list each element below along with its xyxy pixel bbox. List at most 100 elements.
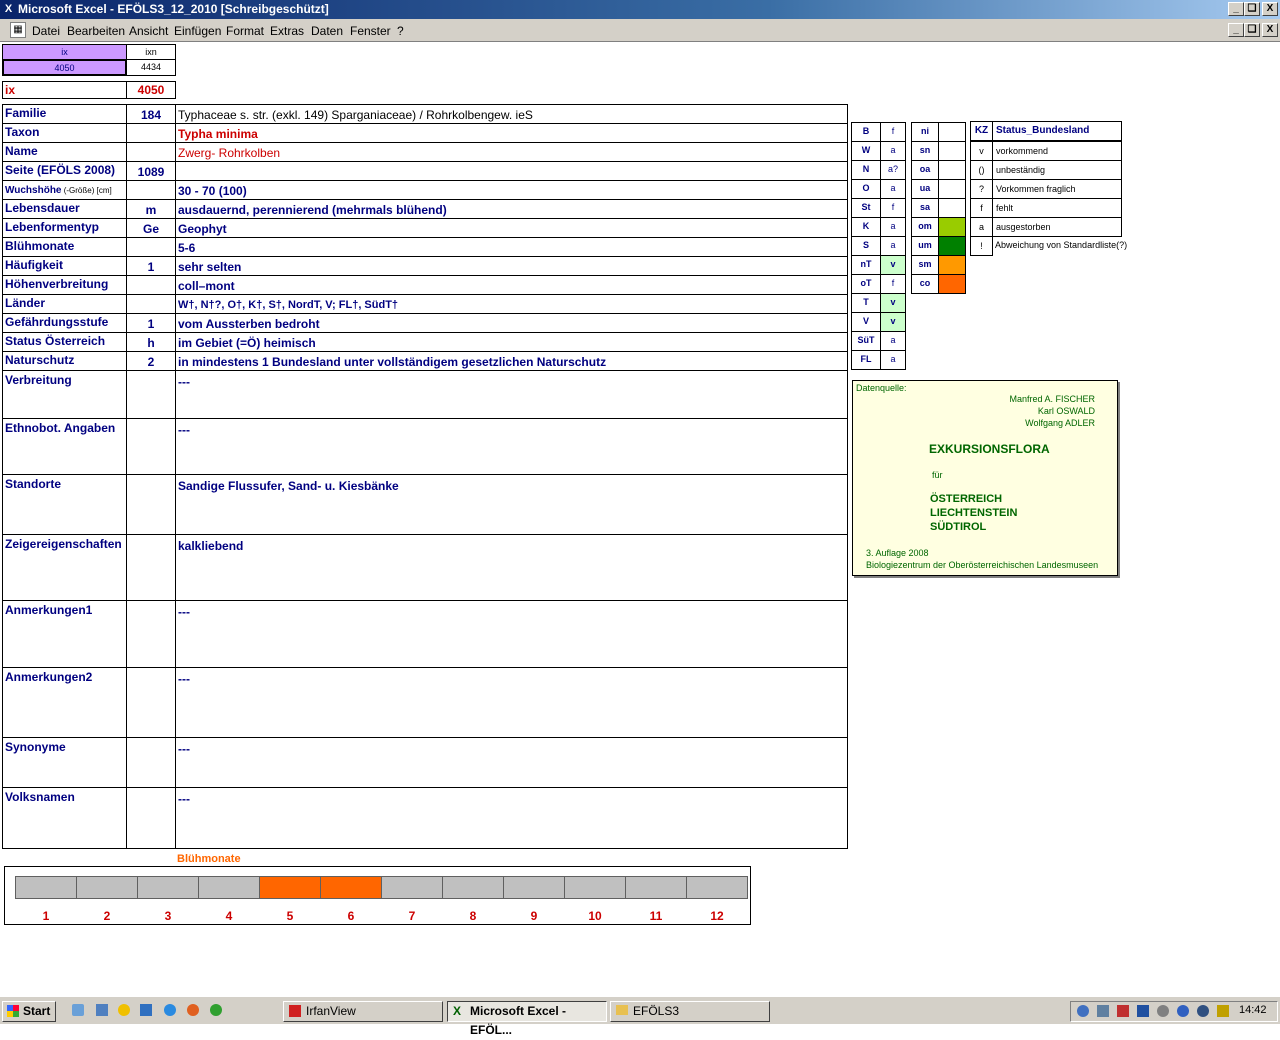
ix-number-cell[interactable]: 4050 (126, 81, 176, 99)
status-text[interactable]: unbeständig (992, 160, 1122, 180)
row-label[interactable]: Status Österreich (2, 332, 127, 352)
row-value[interactable]: 5-6 (175, 237, 848, 257)
doc-minimize-button[interactable]: _ (1228, 23, 1244, 37)
update-icon[interactable] (1157, 1005, 1169, 1017)
status-text[interactable]: Vorkommen fraglich (992, 179, 1122, 199)
text-row-label[interactable]: Ethnobot. Angaben (2, 418, 127, 475)
row-code[interactable]: h (126, 332, 176, 352)
shield-icon[interactable] (1137, 1005, 1149, 1017)
ixn-value-cell[interactable]: 4434 (126, 59, 176, 76)
status-bundesland-header[interactable]: Status_Bundesland (992, 121, 1122, 141)
search-icon[interactable] (1077, 1005, 1089, 1017)
row-value[interactable]: 30 - 70 (100) (175, 180, 848, 200)
text-row-value[interactable]: --- (175, 787, 848, 849)
row-value[interactable]: Typhaceae s. str. (exkl. 149) Sparganiac… (175, 104, 848, 124)
row-label[interactable]: Naturschutz (2, 351, 127, 371)
region-code[interactable]: FL (851, 350, 881, 370)
region-status[interactable]: v (880, 312, 906, 332)
text-row-label[interactable]: Volksnamen (2, 787, 127, 849)
row-value[interactable]: Typha minima (175, 123, 848, 143)
region-status[interactable]: a (880, 141, 906, 161)
ix-value-cell[interactable]: 4050 (2, 59, 127, 76)
status-kz[interactable]: () (970, 160, 993, 180)
region-status[interactable]: a (880, 350, 906, 370)
task-irfanview[interactable]: IrfanView (283, 1001, 443, 1022)
text-row-label[interactable]: Synonyme (2, 737, 127, 788)
altitude-code[interactable]: oa (911, 160, 939, 180)
bloom-chart[interactable]: 1 2 3 4 5 6 7 8 9 10 11 12 (4, 866, 751, 925)
altitude-color[interactable] (938, 198, 966, 218)
status-text[interactable]: fehlt (992, 198, 1122, 218)
region-code[interactable]: B (851, 122, 881, 142)
region-code[interactable]: nT (851, 255, 881, 275)
row-code[interactable]: m (126, 199, 176, 219)
menu-ansicht[interactable]: Ansicht (129, 24, 168, 38)
row-label[interactable]: Höhenverbreitung (2, 275, 127, 295)
text-row-code[interactable] (126, 370, 176, 419)
row-code[interactable] (126, 180, 176, 200)
region-code[interactable]: T (851, 293, 881, 313)
text-row-label[interactable]: Zeigereigenschaften (2, 534, 127, 601)
altitude-color[interactable] (938, 236, 966, 256)
altitude-color[interactable] (938, 274, 966, 294)
menu-help[interactable]: ? (397, 24, 404, 38)
region-status[interactable]: a? (880, 160, 906, 180)
status-text[interactable]: vorkommend (992, 141, 1122, 161)
start-button[interactable]: Start (2, 1001, 56, 1022)
region-code[interactable]: St (851, 198, 881, 218)
row-code[interactable]: 2 (126, 351, 176, 371)
doc-restore-button[interactable]: ❏ (1244, 23, 1260, 37)
quicklaunch-folder-icon[interactable] (140, 1004, 152, 1016)
region-status[interactable]: v (880, 293, 906, 313)
status-kz[interactable]: a (970, 217, 993, 237)
altitude-code[interactable]: sa (911, 198, 939, 218)
status-kz[interactable]: ? (970, 179, 993, 199)
row-label[interactable]: Lebenformentyp (2, 218, 127, 238)
altitude-code[interactable]: sn (911, 141, 939, 161)
region-code[interactable]: O (851, 179, 881, 199)
workbook-icon[interactable]: ▦ (10, 22, 26, 38)
row-label[interactable]: Familie (2, 104, 127, 124)
row-code[interactable] (126, 294, 176, 314)
quicklaunch-ie-icon[interactable] (72, 1004, 84, 1016)
quicklaunch-chrome-icon[interactable] (210, 1004, 222, 1016)
altitude-color[interactable] (938, 217, 966, 237)
quicklaunch-browser-icon[interactable] (164, 1004, 176, 1016)
region-status[interactable]: f (880, 274, 906, 294)
ixn-header[interactable]: ixn (126, 44, 176, 60)
altitude-color[interactable] (938, 179, 966, 199)
region-code[interactable]: SüT (851, 331, 881, 351)
info-icon[interactable] (1177, 1005, 1189, 1017)
row-value[interactable]: coll–mont (175, 275, 848, 295)
row-value[interactable] (175, 161, 848, 181)
altitude-color[interactable] (938, 160, 966, 180)
altitude-code[interactable]: co (911, 274, 939, 294)
text-row-code[interactable] (126, 534, 176, 601)
region-status[interactable]: f (880, 122, 906, 142)
row-value[interactable]: Geophyt (175, 218, 848, 238)
task-folder[interactable]: EFÖLS3 (610, 1001, 770, 1022)
menu-daten[interactable]: Daten (311, 24, 343, 38)
row-value[interactable]: im Gebiet (=Ö) heimisch (175, 332, 848, 352)
close-button[interactable]: X (1262, 2, 1278, 16)
region-code[interactable]: K (851, 217, 881, 237)
region-code[interactable]: V (851, 312, 881, 332)
row-code[interactable]: Ge (126, 218, 176, 238)
text-row-label[interactable]: Standorte (2, 474, 127, 535)
row-value[interactable]: vom Aussterben bedroht (175, 313, 848, 333)
altitude-color[interactable] (938, 122, 966, 142)
menu-bearbeiten[interactable]: Bearbeiten (67, 24, 125, 38)
region-code[interactable]: S (851, 236, 881, 256)
text-row-value[interactable]: --- (175, 667, 848, 738)
menu-fenster[interactable]: Fenster (350, 24, 391, 38)
text-row-value[interactable]: Sandige Flussufer, Sand- u. Kiesbänke (175, 474, 848, 535)
row-code[interactable] (126, 142, 176, 162)
doc-close-button[interactable]: X (1262, 23, 1278, 37)
row-code[interactable]: 1 (126, 256, 176, 276)
text-row-value[interactable]: --- (175, 600, 848, 668)
region-status[interactable]: v (880, 255, 906, 275)
status-kz[interactable]: ! (970, 236, 993, 256)
altitude-code[interactable]: om (911, 217, 939, 237)
text-row-label[interactable]: Anmerkungen1 (2, 600, 127, 668)
region-code[interactable]: W (851, 141, 881, 161)
